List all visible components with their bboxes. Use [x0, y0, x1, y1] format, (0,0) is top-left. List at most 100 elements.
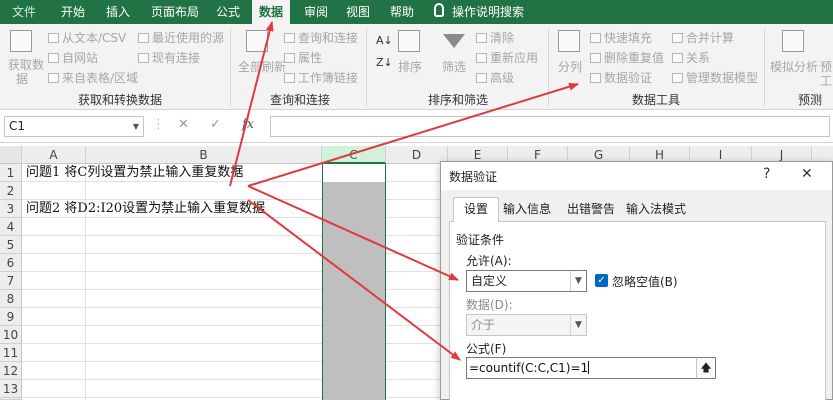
properties-button[interactable]: 属性 — [284, 49, 322, 66]
flash-fill-icon — [590, 33, 601, 43]
group-label-get-transform: 获取和转换数据 — [78, 93, 163, 107]
ignore-blank-checkbox[interactable]: ✓ — [595, 274, 608, 287]
existing-connections-button[interactable]: 现有连接 — [138, 49, 200, 66]
tab-data[interactable]: 数据 — [252, 0, 290, 24]
tab-page-layout[interactable]: 页面布局 — [144, 0, 206, 24]
reapply-button[interactable]: 重新应用 — [476, 49, 538, 66]
column-header[interactable]: A — [22, 146, 86, 164]
tab-formulas[interactable]: 公式 — [210, 0, 246, 24]
what-if-analysis-button[interactable]: 模拟分析 — [770, 58, 818, 75]
row-header[interactable]: 11 — [0, 344, 22, 362]
cancel-button[interactable]: ✕ — [178, 117, 189, 132]
row-header[interactable]: 3 — [0, 200, 22, 218]
data-validation-button[interactable]: 数据验证 — [590, 69, 652, 86]
from-web-button[interactable]: 自网站 — [48, 49, 98, 66]
filter-icon — [443, 34, 465, 48]
selected-column-c[interactable] — [322, 164, 386, 400]
tab-file[interactable]: 文件 — [6, 0, 42, 24]
insert-function-button[interactable]: fx — [242, 117, 254, 132]
tab-home[interactable]: 开始 — [52, 0, 94, 24]
row-header[interactable]: 9 — [0, 308, 22, 326]
row-header[interactable]: 7 — [0, 272, 22, 290]
row-header[interactable]: 5 — [0, 236, 22, 254]
row-header[interactable]: 10 — [0, 326, 22, 344]
tab-help[interactable]: 帮助 — [384, 0, 420, 24]
text-to-columns-button[interactable]: 分列 — [558, 58, 582, 75]
text-cursor — [588, 361, 590, 374]
sort-desc-icon: Z↓ — [376, 56, 393, 69]
range-selector-button[interactable]: 🡅 — [696, 357, 716, 379]
what-if-icon — [782, 30, 804, 52]
refresh-all-button[interactable]: 全部刷新 — [238, 58, 286, 75]
get-data-icon — [10, 30, 32, 52]
clear-filter-button[interactable]: 清除 — [476, 29, 514, 46]
row-header[interactable]: 8 — [0, 290, 22, 308]
active-cell-c1[interactable] — [323, 164, 385, 182]
ribbon-tab-bar: 文件 开始 插入 页面布局 公式 数据 审阅 视图 帮助 操作说明搜索 — [0, 0, 833, 24]
data-validation-icon — [590, 73, 601, 83]
tab-settings[interactable]: 设置 — [453, 197, 500, 222]
recent-sources-button[interactable]: 最近使用的源 — [138, 29, 224, 46]
select-all-corner[interactable] — [0, 146, 22, 164]
refresh-all-icon — [246, 30, 268, 52]
relationships-button[interactable]: 关系 — [672, 49, 710, 66]
name-box[interactable]: C1 ▼ — [4, 116, 144, 137]
formula-field[interactable]: =countif(C:C,C1)=1 — [466, 357, 698, 379]
formula-input[interactable] — [270, 116, 830, 137]
tab-view[interactable]: 视图 — [340, 0, 376, 24]
column-header[interactable]: B — [86, 146, 322, 164]
get-data-button-line2: 据 — [16, 72, 29, 86]
manage-data-model-button[interactable]: 管理数据模型 — [672, 69, 758, 86]
ribbon-separator — [230, 28, 231, 106]
text-to-columns-icon — [558, 30, 580, 52]
cell-a3[interactable]: 问题2 将D2:I20设置为禁止输入重复数据 — [26, 200, 265, 218]
criteria-label: 验证条件 — [456, 233, 505, 247]
tab-ime-mode[interactable]: 输入法模式 — [622, 198, 690, 220]
column-header-selected[interactable]: C — [322, 146, 386, 164]
row-header[interactable]: 12 — [0, 362, 22, 380]
allow-select[interactable]: 自定义 ▼ — [466, 270, 587, 292]
column-header[interactable]: D — [386, 146, 448, 164]
reapply-icon — [476, 53, 487, 63]
data-validation-dialog: 数据验证 ? ✕ 输入信息 出错警告 输入法模式 验证条件 允许(A): 自定义… — [440, 161, 833, 400]
row-header[interactable]: 2 — [0, 182, 22, 200]
workbook-links-button[interactable]: 工作簿链接 — [284, 69, 358, 86]
forecast-sheet-button-line2: 工 — [820, 74, 833, 88]
web-icon — [48, 53, 59, 63]
ribbon-separator — [764, 28, 765, 106]
remove-duplicates-button[interactable]: 删除重复值 — [590, 49, 664, 66]
tab-review[interactable]: 审阅 — [298, 0, 334, 24]
row-header[interactable]: 1 — [0, 164, 22, 182]
queries-connections-button[interactable]: 查询和连接 — [284, 29, 358, 46]
sort-button[interactable]: 排序 — [398, 58, 422, 75]
cell-a1[interactable]: 问题1 将C列设置为禁止输入重复数据 — [26, 164, 243, 182]
consolidate-button[interactable]: 合并计算 — [672, 29, 734, 46]
chevron-down-icon: ▼ — [570, 271, 586, 291]
dialog-title: 数据验证 — [449, 170, 498, 184]
ribbon: 获取数 据 从文本/CSV 自网站 来自表格/区域 最近使用的源 现有连接 获取… — [0, 24, 833, 110]
tell-me-search[interactable]: 操作说明搜索 — [452, 0, 532, 24]
advanced-icon — [476, 73, 487, 83]
tab-error-alert[interactable]: 出错警告 — [563, 198, 619, 220]
flash-fill-button[interactable]: 快速填充 — [590, 29, 652, 46]
from-table-button[interactable]: 来自表格/区域 — [48, 69, 138, 86]
row-header[interactable]: 4 — [0, 218, 22, 236]
enter-button[interactable]: ✓ — [210, 117, 221, 132]
tab-insert[interactable]: 插入 — [98, 0, 138, 24]
remove-duplicates-icon — [590, 53, 601, 63]
row-header[interactable]: 13 — [0, 380, 22, 398]
filter-button[interactable]: 筛选 — [442, 58, 466, 75]
formula-bar: C1 ▼ ⋮ ✕ ✓ fx — [0, 111, 833, 143]
lightbulb-icon — [434, 3, 444, 17]
from-csv-button[interactable]: 从文本/CSV — [48, 29, 126, 46]
close-button[interactable]: ✕ — [801, 166, 813, 182]
data-select[interactable]: 介于 ▼ — [466, 314, 587, 336]
data-model-icon — [672, 73, 683, 83]
row-header[interactable]: 6 — [0, 254, 22, 272]
chevron-down-icon[interactable]: ▼ — [133, 117, 139, 136]
help-button[interactable]: ? — [763, 166, 770, 182]
links-icon — [284, 73, 295, 83]
formula-label: 公式(F) — [466, 342, 507, 356]
advanced-filter-button[interactable]: 高级 — [476, 69, 514, 86]
tab-input-message[interactable]: 输入信息 — [499, 198, 555, 220]
